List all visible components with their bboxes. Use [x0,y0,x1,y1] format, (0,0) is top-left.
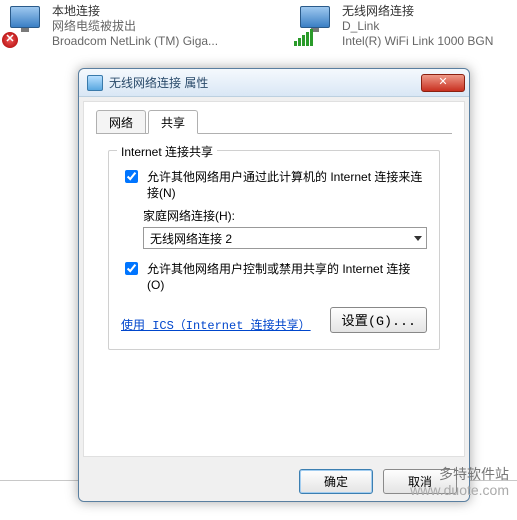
checkbox-label: 允许其他网络用户控制或禁用共享的 Internet 连接(O) [147,261,427,293]
dialog-body: 网络 共享 Internet 连接共享 允许其他网络用户通过此计算机的 Inte… [83,101,465,457]
tab-sharing[interactable]: 共享 [148,110,198,134]
connection-adapter: Broadcom NetLink (TM) Giga... [52,34,218,49]
connection-wireless[interactable]: 无线网络连接 D_Link Intel(R) WiFi Link 1000 BG… [294,4,517,49]
dialog-title: 无线网络连接 属性 [109,74,421,91]
connection-wired[interactable]: ✕ 本地连接 网络电缆被拔出 Broadcom NetLink (TM) Gig… [4,4,234,49]
allow-other-users-checkbox-row[interactable]: 允许其他网络用户通过此计算机的 Internet 连接来连接(N) [121,169,427,201]
chevron-down-icon [414,236,422,241]
connection-adapter: Intel(R) WiFi Link 1000 BGN [342,34,493,49]
ethernet-disconnected-icon: ✕ [4,4,46,46]
combo-value: 无线网络连接 2 [150,230,232,247]
connection-status: 网络电缆被拔出 [52,19,218,34]
home-network-combobox[interactable]: 无线网络连接 2 [143,227,427,249]
connection-ssid: D_Link [342,19,493,34]
ok-button[interactable]: 确定 [299,469,373,494]
properties-dialog: 无线网络连接 属性 ✕ 网络 共享 Internet 连接共享 允许其他网络用户… [78,68,470,502]
allow-control-checkbox-row[interactable]: 允许其他网络用户控制或禁用共享的 Internet 连接(O) [121,261,427,293]
ics-fieldset: Internet 连接共享 允许其他网络用户通过此计算机的 Internet 连… [108,150,440,350]
ics-help-link[interactable]: 使用 ICS（Internet 连接共享） [121,316,311,333]
allow-other-users-checkbox[interactable] [125,170,138,183]
cancel-button[interactable]: 取消 [383,469,457,494]
titlebar[interactable]: 无线网络连接 属性 ✕ [79,69,469,97]
settings-button[interactable]: 设置(G)... [330,307,427,333]
wifi-connected-icon [294,4,336,46]
connection-title: 无线网络连接 [342,4,493,19]
network-icon [87,75,103,91]
tab-network[interactable]: 网络 [96,110,146,133]
allow-control-checkbox[interactable] [125,262,138,275]
tab-panel-sharing: Internet 连接共享 允许其他网络用户通过此计算机的 Internet 连… [96,134,452,360]
tabs: 网络 共享 [96,110,452,134]
home-network-label: 家庭网络连接(H): [143,207,427,224]
checkbox-label: 允许其他网络用户通过此计算机的 Internet 连接来连接(N) [147,169,427,201]
close-button[interactable]: ✕ [421,74,465,92]
home-network-field: 家庭网络连接(H): 无线网络连接 2 [143,207,427,249]
fieldset-legend: Internet 连接共享 [117,143,217,160]
dialog-footer: 确定 取消 [79,461,469,501]
connection-title: 本地连接 [52,4,218,19]
